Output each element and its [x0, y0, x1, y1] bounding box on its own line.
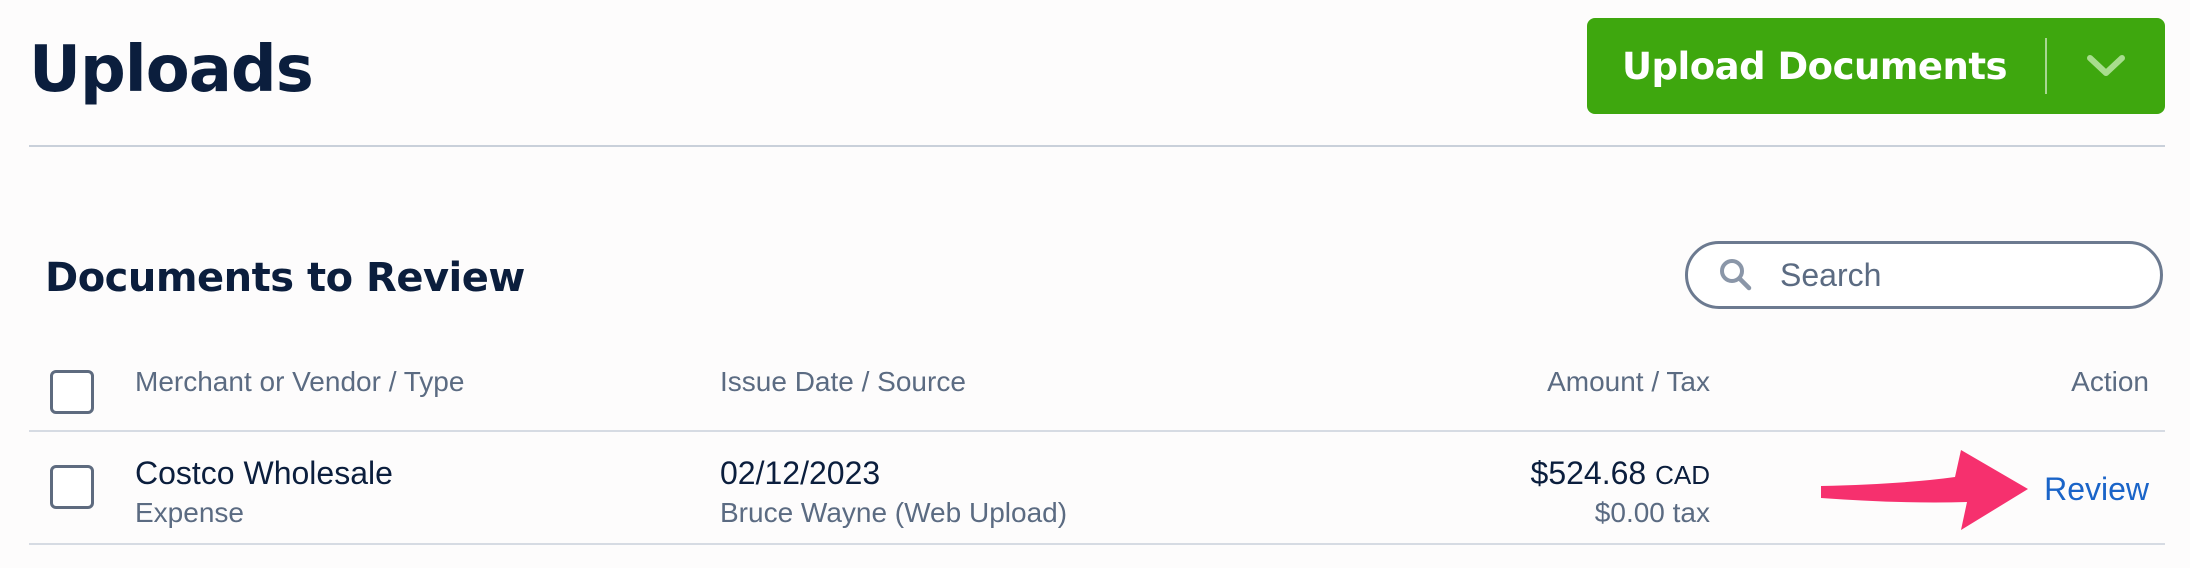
arrow-right-icon — [1821, 450, 2028, 530]
review-link[interactable]: Review — [2044, 468, 2149, 510]
table-header-divider — [29, 430, 2165, 432]
row-checkbox[interactable] — [50, 465, 94, 509]
chevron-down-icon — [2087, 55, 2125, 76]
upload-documents-button[interactable]: Upload Documents — [1587, 18, 2165, 114]
amount: $524.68 CAD — [1531, 452, 1710, 496]
column-header-action: Action — [2071, 366, 2149, 397]
search-icon — [1718, 257, 1754, 293]
document-type: Expense — [135, 497, 244, 528]
column-header-issue-date[interactable]: Issue Date / Source — [720, 362, 966, 402]
select-all-checkbox[interactable] — [50, 370, 94, 414]
header-divider — [29, 145, 2165, 147]
column-header-merchant[interactable]: Merchant or Vendor / Type — [135, 362, 464, 402]
column-header-amount[interactable]: Amount / Tax — [1547, 362, 1710, 402]
currency-code: CAD — [1655, 460, 1710, 490]
search-field[interactable] — [1685, 241, 2163, 309]
table-row-divider — [29, 543, 2165, 545]
tax-amount: $0.00 tax — [1594, 497, 1710, 528]
document-source: Bruce Wayne (Web Upload) — [720, 497, 1068, 528]
section-title: Documents to Review — [45, 255, 525, 301]
upload-options-dropdown[interactable] — [2047, 18, 2165, 114]
search-input[interactable] — [1778, 255, 2122, 295]
amount-value: $524.68 — [1530, 455, 1647, 491]
page-title: Uploads — [29, 33, 314, 107]
issue-date: 02/12/2023 — [720, 455, 881, 491]
upload-documents-label: Upload Documents — [1622, 44, 2008, 88]
merchant-name: Costco Wholesale — [135, 455, 393, 491]
